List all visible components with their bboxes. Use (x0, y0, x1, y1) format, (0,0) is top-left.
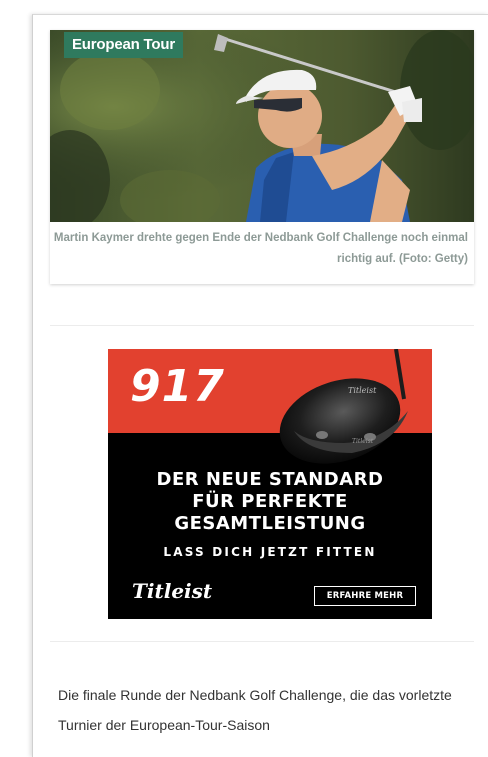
ad-headline-2: FÜR PERFEKTE (192, 491, 348, 512)
svg-text:Titleist: Titleist (348, 386, 377, 395)
titleist-ad[interactable]: 917 Titleist Titleist DER NEUE STANDARD … (108, 349, 432, 619)
divider (50, 325, 474, 326)
article-body: Die finale Runde der Nedbank Golf Challe… (58, 687, 452, 733)
article-photo: European Tour (50, 30, 474, 222)
ad-headline-1: DER NEUE STANDARD (156, 469, 384, 490)
divider (50, 641, 474, 642)
learn-more-button[interactable]: ERFAHRE MEHR (314, 586, 416, 606)
svg-text:Titleist: Titleist (352, 438, 374, 445)
titleist-logo: Titleist (132, 579, 213, 603)
ad-subline: LASS DICH JETZT FITTEN (163, 545, 377, 559)
golfer-photo (50, 30, 474, 222)
article-figure: European Tour Martin Kaymer drehte gegen… (50, 30, 474, 284)
category-tag[interactable]: European Tour (64, 32, 183, 58)
photo-caption: Martin Kaymer drehte gegen Ende der Nedb… (53, 232, 468, 265)
ad-headline-3: GESAMTLEISTUNG (174, 513, 366, 534)
